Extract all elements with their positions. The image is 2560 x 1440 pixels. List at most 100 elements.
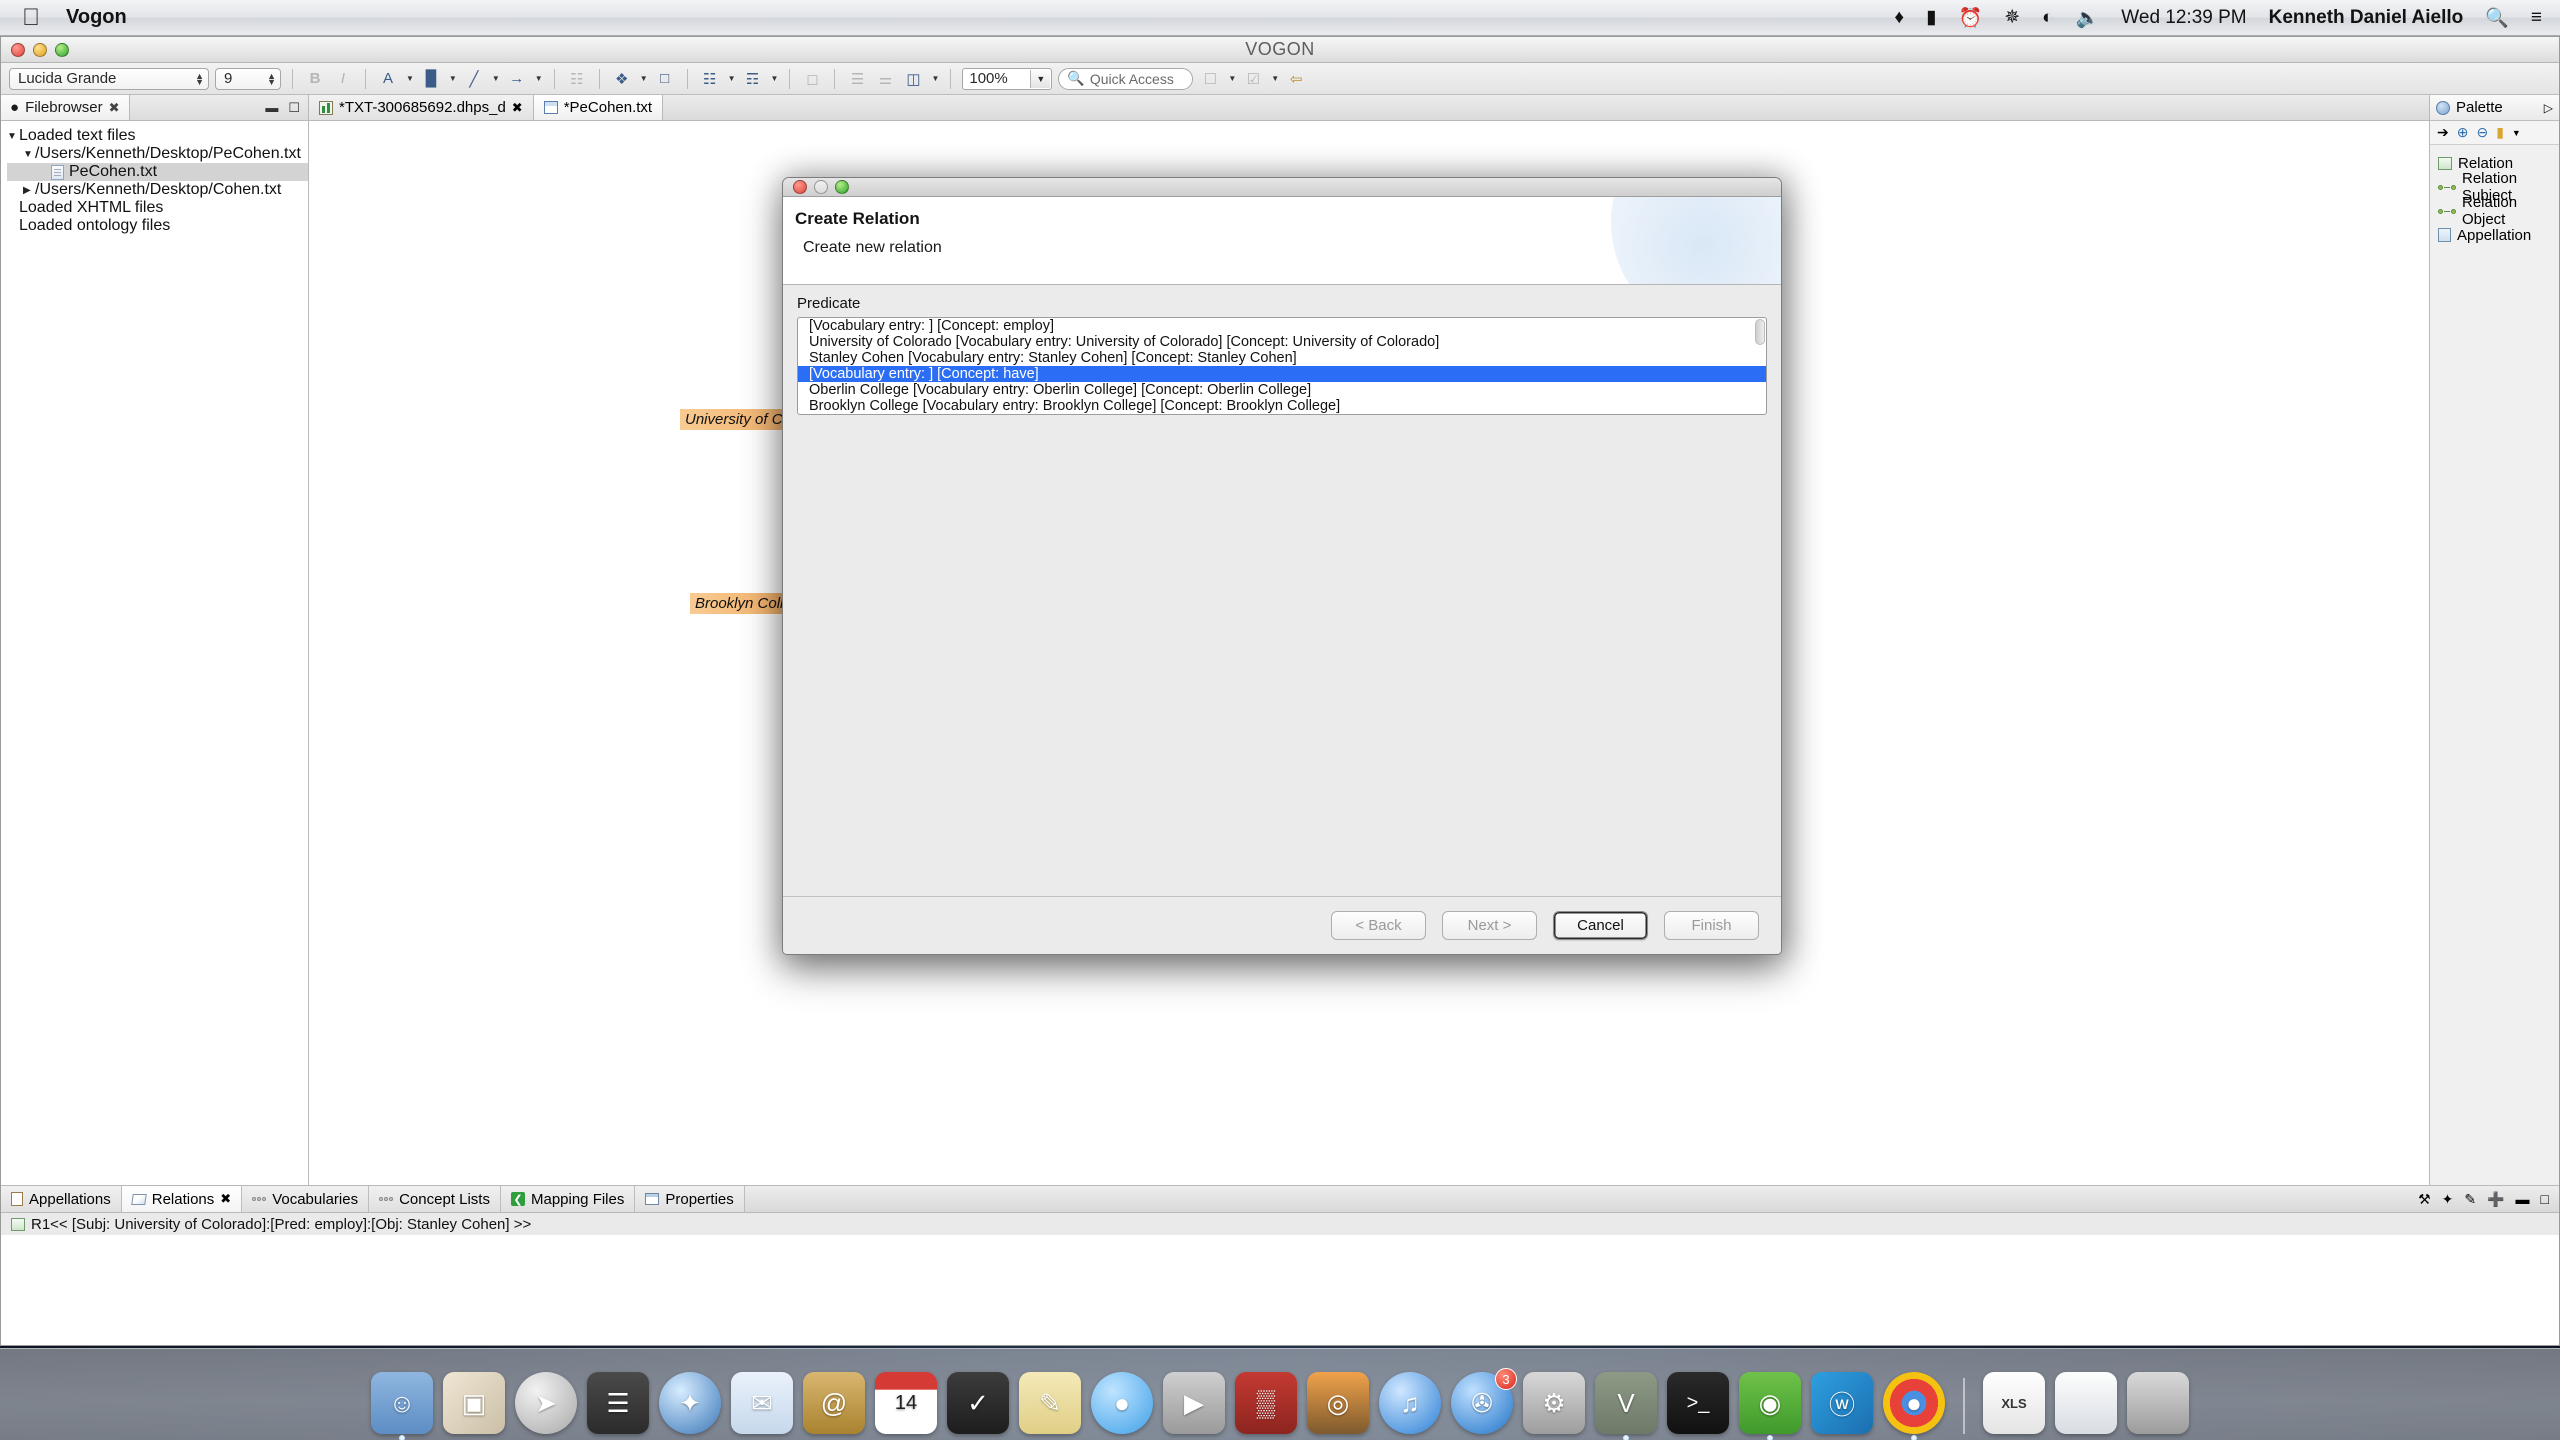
search-icon[interactable]: 🔍: [2485, 6, 2509, 30]
predicate-option[interactable]: Brooklyn College [Vocabulary entry: Broo…: [798, 398, 1766, 414]
align-icon[interactable]: ☷: [699, 68, 721, 90]
twisty-collapsed-icon[interactable]: ▶: [23, 185, 35, 196]
select-arrow-icon[interactable]: ➔: [2437, 124, 2449, 141]
chevron-down-icon[interactable]: ▼: [535, 74, 543, 83]
mail-icon[interactable]: ✉: [731, 1372, 793, 1434]
editor-tab[interactable]: *TXT-300685692.dhps_d ✖: [309, 95, 534, 120]
dialog-button-cancel[interactable]: Cancel: [1553, 911, 1648, 940]
apple-icon[interactable]: : [22, 5, 40, 30]
messages-icon[interactable]: ●: [1091, 1372, 1153, 1434]
dialog-minimize-button[interactable]: [814, 180, 828, 194]
twisty-expanded-icon[interactable]: ▼: [23, 149, 35, 160]
notification-center-icon[interactable]: ≡: [2531, 7, 2542, 29]
safari-icon[interactable]: ✦: [659, 1372, 721, 1434]
iphoto-icon[interactable]: ▣: [443, 1372, 505, 1434]
vogon-icon[interactable]: V: [1595, 1372, 1657, 1440]
launchpad-icon[interactable]: ➤: [515, 1372, 577, 1434]
bottom-tab-vocabularies[interactable]: Vocabularies: [242, 1186, 370, 1212]
bluetooth-icon[interactable]: ✵: [2004, 6, 2020, 29]
mission-control-icon[interactable]: ☰: [587, 1372, 649, 1434]
chevron-down-icon[interactable]: ▼: [1030, 69, 1051, 88]
predicate-option[interactable]: [Vocabulary entry: ] [Concept: employ]: [798, 318, 1766, 334]
terminal-icon[interactable]: >_: [1667, 1372, 1729, 1434]
photo-booth-icon[interactable]: ▒: [1235, 1372, 1297, 1434]
bottom-tab-relations[interactable]: Relations ✖: [121, 1186, 243, 1212]
chevron-down-icon[interactable]: ▼: [2512, 128, 2521, 138]
browser-window-icon[interactable]: [2055, 1372, 2117, 1434]
wifi-icon[interactable]: ◐: [2042, 7, 2053, 29]
font-family-select[interactable]: Lucida Grande ▲ ▼: [9, 67, 209, 90]
zoom-in-icon[interactable]: ⊕: [2457, 124, 2469, 141]
chevron-down-icon[interactable]: ▼: [728, 74, 736, 83]
calendar-icon[interactable]: 14: [875, 1372, 937, 1434]
timemachine-icon[interactable]: ⏰: [1959, 6, 1983, 30]
zoom-out-icon[interactable]: ⊖: [2476, 124, 2488, 141]
evernote-icon[interactable]: ◉: [1739, 1372, 1801, 1440]
chevron-down-icon[interactable]: ▼: [640, 74, 648, 83]
trash-icon[interactable]: [2127, 1372, 2189, 1434]
add-note-icon[interactable]: ➕: [2487, 1191, 2504, 1208]
italic-button[interactable]: I: [332, 68, 354, 90]
minimize-icon[interactable]: ▬: [2516, 1191, 2530, 1207]
back-arrow-icon[interactable]: ⇦: [1285, 68, 1307, 90]
bottom-tab-concept-lists[interactable]: Concept Lists: [369, 1186, 501, 1212]
node-style-icon[interactable]: □: [654, 68, 676, 90]
match-width-icon[interactable]: ☰: [846, 68, 868, 90]
minimize-icon[interactable]: ▬: [265, 100, 278, 115]
tree-item[interactable]: PeCohen.txt: [7, 163, 308, 181]
match-height-icon[interactable]: ⚌: [874, 68, 896, 90]
tab-filebrowser[interactable]: ● Filebrowser ✖: [1, 95, 130, 120]
predicate-option[interactable]: [Vocabulary entry: ] [Concept: have]: [798, 366, 1766, 382]
predicate-list[interactable]: [Vocabulary entry: ] [Concept: employ] Un…: [797, 317, 1767, 415]
menubar-username[interactable]: Kenneth Daniel Aiello: [2269, 7, 2464, 29]
zoom-select[interactable]: 100% ▼: [962, 67, 1053, 90]
menubar-app-name[interactable]: Vogon: [66, 6, 127, 29]
dialog-zoom-button[interactable]: [835, 180, 849, 194]
app-store-icon[interactable]: ✇ 3: [1451, 1368, 1517, 1434]
facetime-icon[interactable]: ▶: [1163, 1372, 1225, 1434]
twisty-expanded-icon[interactable]: ▼: [7, 131, 19, 142]
distribute-icon[interactable]: ☶: [742, 68, 764, 90]
preview-icon[interactable]: ◎: [1307, 1372, 1369, 1434]
system-preferences-icon[interactable]: ⚙: [1523, 1372, 1585, 1434]
tree-item[interactable]: Loaded XHTML files: [7, 199, 308, 217]
line-style-icon[interactable]: →: [506, 68, 528, 90]
palette-item-relation-object[interactable]: Relation Object: [2430, 194, 2559, 228]
bottom-tab-appellations[interactable]: Appellations: [1, 1186, 122, 1212]
xls-file-icon[interactable]: XLS: [1983, 1372, 2045, 1434]
predicate-list-scrollbar[interactable]: [1755, 319, 1765, 345]
tree-item[interactable]: ▼ Loaded text files: [7, 127, 308, 145]
close-button[interactable]: [11, 43, 25, 57]
chevron-down-icon[interactable]: ▼: [449, 74, 457, 83]
relations-table[interactable]: R1<< [Subj: University of Colorado]:[Pre…: [1, 1213, 2559, 1345]
graph-layout-icon[interactable]: ❖: [611, 68, 633, 90]
predicate-option[interactable]: Oberlin College [Vocabulary entry: Oberl…: [798, 382, 1766, 398]
evernote-icon[interactable]: ▮: [1926, 6, 1936, 29]
maximize-icon[interactable]: ☐: [288, 100, 300, 116]
wand-icon[interactable]: ✦: [2442, 1191, 2454, 1208]
chevron-down-icon[interactable]: ▼: [931, 74, 939, 83]
tree-item[interactable]: Loaded ontology files: [7, 217, 308, 235]
bottom-tab-mapping-files[interactable]: ❮ Mapping Files: [500, 1186, 636, 1212]
clipboard-icon[interactable]: ☷: [566, 68, 588, 90]
close-icon[interactable]: ✖: [220, 1191, 231, 1207]
finder-icon[interactable]: ☺: [371, 1372, 433, 1440]
chevron-right-icon[interactable]: ▷: [2544, 101, 2553, 115]
zoom-button[interactable]: [55, 43, 69, 57]
page-layout-icon[interactable]: ◫: [902, 68, 924, 90]
note-icon[interactable]: ▮: [2496, 124, 2504, 141]
chevron-down-icon[interactable]: ▼: [492, 74, 500, 83]
edit-note-icon[interactable]: ✎: [2464, 1191, 2476, 1208]
bold-button[interactable]: B: [304, 68, 326, 90]
sequel-pro-icon[interactable]: ⓦ: [1811, 1372, 1873, 1434]
line-color-icon[interactable]: ╱: [463, 68, 485, 90]
perspective-icon[interactable]: ☐: [1199, 68, 1221, 90]
close-icon[interactable]: ✖: [109, 100, 120, 116]
open-perspective-icon[interactable]: ☑: [1242, 68, 1264, 90]
maximize-icon[interactable]: □: [2541, 1191, 2549, 1207]
font-color-icon[interactable]: A: [377, 68, 399, 90]
chevron-down-icon[interactable]: ▼: [1228, 74, 1236, 83]
tree-item[interactable]: ▼/Users/Kenneth/Desktop/PeCohen.txt: [7, 145, 308, 163]
wrench-icon[interactable]: ⚒: [2418, 1191, 2431, 1208]
notes-icon[interactable]: ✎: [1019, 1372, 1081, 1434]
